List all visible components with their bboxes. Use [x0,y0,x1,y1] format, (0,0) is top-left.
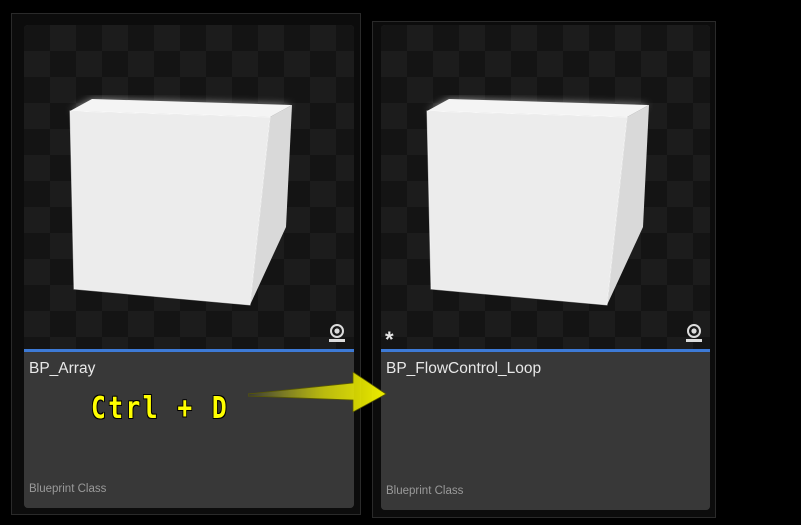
unsaved-asterisk-icon: * [385,327,394,352]
asset-type-label: Blueprint Class [29,483,107,495]
asset-thumbnail: * [381,25,710,352]
content-browser-view: BP_Array Blueprint Class * BP_FlowContro… [0,0,801,525]
asset-tile-bp-flowcontrol-loop[interactable]: * BP_FlowControl_Loop Blueprint Class [381,25,710,510]
asset-info-panel: BP_FlowControl_Loop Blueprint Class [381,352,710,510]
asset-tile-bp-array[interactable]: BP_Array Blueprint Class [24,25,354,508]
cube-thumbnail-icon [426,99,649,306]
asset-name-label: BP_FlowControl_Loop [386,360,542,377]
cube-thumbnail-icon [69,99,292,306]
shortcut-annotation-label: Ctrl + D [91,391,230,426]
asset-type-label: Blueprint Class [386,485,464,497]
asset-thumbnail [24,25,354,349]
camera-icon[interactable] [327,323,347,343]
camera-icon[interactable] [684,323,704,343]
arrow-icon [248,372,387,413]
asset-name-label: BP_Array [29,360,96,377]
